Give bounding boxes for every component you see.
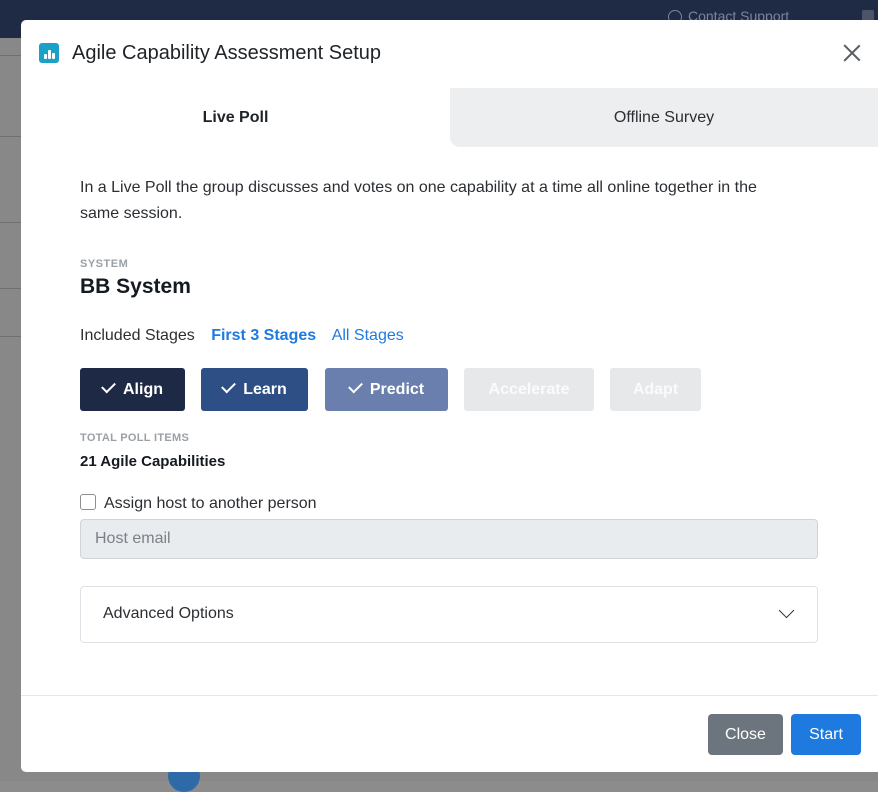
assign-host-checkbox[interactable] bbox=[80, 494, 96, 510]
stage-align-label: Align bbox=[123, 381, 163, 398]
modal-title: Agile Capability Assessment Setup bbox=[72, 42, 382, 64]
assign-host-row[interactable]: Assign host to another person bbox=[80, 494, 317, 513]
total-poll-items-value: 21 Agile Capabilities bbox=[80, 453, 226, 470]
bar-chart-icon bbox=[39, 43, 59, 63]
advanced-options-accordion[interactable]: Advanced Options bbox=[80, 586, 818, 643]
stage-adapt-button[interactable]: Adapt bbox=[610, 368, 701, 411]
stage-predict-label: Predict bbox=[369, 381, 425, 398]
tab-live-poll[interactable]: Live Poll bbox=[21, 88, 450, 147]
assessment-setup-modal: Agile Capability Assessment Setup Live P… bbox=[21, 20, 878, 772]
background-divider bbox=[0, 336, 22, 337]
chevron-down-icon bbox=[778, 602, 795, 619]
stage-accelerate-button[interactable]: Accelerate bbox=[464, 368, 594, 411]
total-poll-items-label: TOTAL POLL ITEMS bbox=[80, 432, 190, 444]
modal-footer: Close Start bbox=[21, 695, 878, 772]
check-icon bbox=[101, 378, 116, 394]
stage-align-button[interactable]: Align bbox=[80, 368, 185, 411]
system-name: BB System bbox=[80, 275, 191, 298]
background-divider bbox=[0, 55, 22, 56]
start-button[interactable]: Start bbox=[791, 714, 861, 755]
first-3-stages-link[interactable]: First 3 Stages bbox=[211, 327, 316, 344]
mode-tabs: Live Poll Offline Survey bbox=[21, 88, 878, 147]
stage-learn-button[interactable]: Learn bbox=[201, 368, 308, 411]
stage-predict-button[interactable]: Predict bbox=[325, 368, 448, 411]
all-stages-link[interactable]: All Stages bbox=[332, 327, 404, 344]
background-divider bbox=[0, 288, 22, 289]
background-divider bbox=[0, 222, 22, 223]
included-stages-label: Included Stages bbox=[80, 327, 195, 344]
close-button[interactable]: Close bbox=[708, 714, 783, 755]
background-divider bbox=[0, 136, 22, 137]
check-icon bbox=[347, 378, 363, 394]
assign-host-label[interactable]: Assign host to another person bbox=[104, 495, 317, 512]
tab-offline-survey[interactable]: Offline Survey bbox=[450, 88, 878, 147]
modal-header: Agile Capability Assessment Setup bbox=[21, 20, 878, 89]
close-icon[interactable] bbox=[841, 42, 863, 64]
check-icon bbox=[221, 378, 237, 394]
included-stages-row: Included Stages First 3 Stages All Stage… bbox=[80, 327, 416, 345]
advanced-options-label: Advanced Options bbox=[103, 605, 234, 622]
mode-description: In a Live Poll the group discusses and v… bbox=[80, 179, 757, 222]
stage-learn-label: Learn bbox=[243, 381, 287, 398]
stage-accelerate-label: Accelerate bbox=[488, 381, 570, 398]
stage-adapt-label: Adapt bbox=[632, 381, 679, 398]
system-label: SYSTEM bbox=[80, 258, 129, 270]
host-email-input[interactable] bbox=[80, 519, 818, 559]
